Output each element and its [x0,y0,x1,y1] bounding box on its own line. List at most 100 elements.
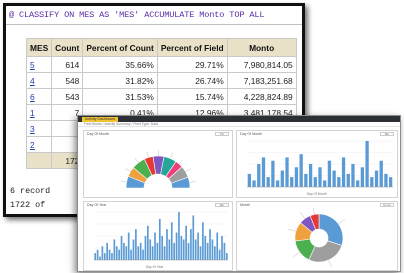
mes-link[interactable]: 2 [30,140,35,150]
bar [211,239,214,260]
slice-leader-line [292,251,300,257]
bar [299,154,303,187]
bar [127,232,130,260]
chart-type-button[interactable]: Donut [380,203,394,207]
bar [185,225,187,260]
bar [115,246,118,260]
bar [125,246,128,260]
bar [313,177,317,187]
divider [6,24,302,25]
percent-field-cell: 29.71% [157,57,227,72]
bar [252,180,256,187]
panel-title: Day Of Month [240,132,263,136]
mes-link[interactable]: 4 [30,76,35,86]
bar [190,229,192,260]
bar [280,170,284,187]
bar [327,160,332,187]
table-row: 4 548 31.82% 26.74% 7,183,251.68 [27,73,296,88]
panel-day-of-month-bar: Day Of Month Bar Day Of Month [236,130,398,198]
bar [341,157,346,187]
mes-link[interactable]: 6 [30,92,35,102]
bar [271,160,275,187]
donut-slice [318,213,344,246]
bar [285,157,289,187]
bar [202,222,204,260]
chart-type-button[interactable]: Bar [380,132,394,136]
bar [374,170,379,187]
mes-link[interactable]: 3 [30,124,35,134]
bar [370,177,374,187]
bar [308,164,313,187]
bar [96,249,99,260]
bar [163,246,166,260]
slice-leader-line [185,168,191,172]
bar [120,236,123,260]
monto-cell: 7,980,814.05 [227,57,296,72]
percent-field-cell: 15.74% [157,89,227,104]
bar [173,242,175,260]
bar [365,141,369,187]
percent-field-cell: 26.74% [157,73,227,88]
bar [187,242,190,260]
bar [221,236,223,260]
half-donut-chart [120,150,196,189]
bar [94,253,97,260]
bar [199,246,202,260]
col-header-count[interactable]: Count [52,39,83,56]
bar [323,180,327,187]
mes-link[interactable]: 1 [30,108,35,118]
slice-leader-line [170,152,173,159]
dashboard-window: Activity Dashboard Field Monto / Activit… [77,115,401,272]
bar [154,232,156,260]
slice-leader-line [288,228,297,232]
count-cell: 614 [52,57,83,72]
bar [182,239,185,260]
tab-activity-dashboard[interactable]: Activity Dashboard [82,116,118,122]
col-header-percent-count[interactable]: Percent of Count [83,39,157,56]
bar [206,242,209,260]
bar [257,164,261,187]
bar [290,177,294,187]
col-header-mes[interactable]: MES [27,39,52,56]
bar [142,249,144,260]
bar [137,246,140,260]
bar-chart-day-of-year [94,211,228,261]
bar [204,236,207,260]
bar [132,239,135,260]
table-row: 5 614 35.66% 29.71% 7,980,814.05 [27,57,296,72]
bar [360,167,365,187]
col-header-monto[interactable]: Monto [227,39,296,56]
bar [216,232,219,260]
bar [197,232,199,260]
panel-day-of-year: Day Of Year Bar Day Of Year [83,201,233,271]
percent-count-cell: 35.66% [83,57,157,72]
bar [101,246,104,260]
percent-count-cell: 31.82% [83,73,157,88]
bar [144,236,147,260]
bar [294,167,299,187]
bar [106,242,108,260]
bar [388,177,393,187]
bar [225,253,228,260]
bar [103,253,106,260]
slice-leader-line [300,211,306,219]
panel-month: Month Donut [236,201,398,271]
chart-type-button[interactable]: Bar [215,203,229,207]
bar [194,239,197,260]
bar [130,249,132,260]
monto-cell: 4,228,824.89 [227,89,296,104]
bar [123,242,125,260]
slice-leader-line [134,157,139,163]
col-header-percent-field[interactable]: Percent of Field [157,39,227,56]
monto-cell: 7,183,251.68 [227,73,296,88]
slice-leader-line [338,219,346,225]
bar [384,173,388,187]
slice-leader-line [120,180,127,183]
bar [175,232,178,260]
slice-leader-line [179,159,184,165]
bar [332,170,336,187]
mes-link[interactable]: 5 [30,60,35,70]
table-header-row: MES Count Percent of Count Percent of Fi… [27,39,296,56]
panel-day-of-month-pie: Day Of Month Pie [83,130,233,198]
bar-chart-day-of-month [247,140,393,188]
